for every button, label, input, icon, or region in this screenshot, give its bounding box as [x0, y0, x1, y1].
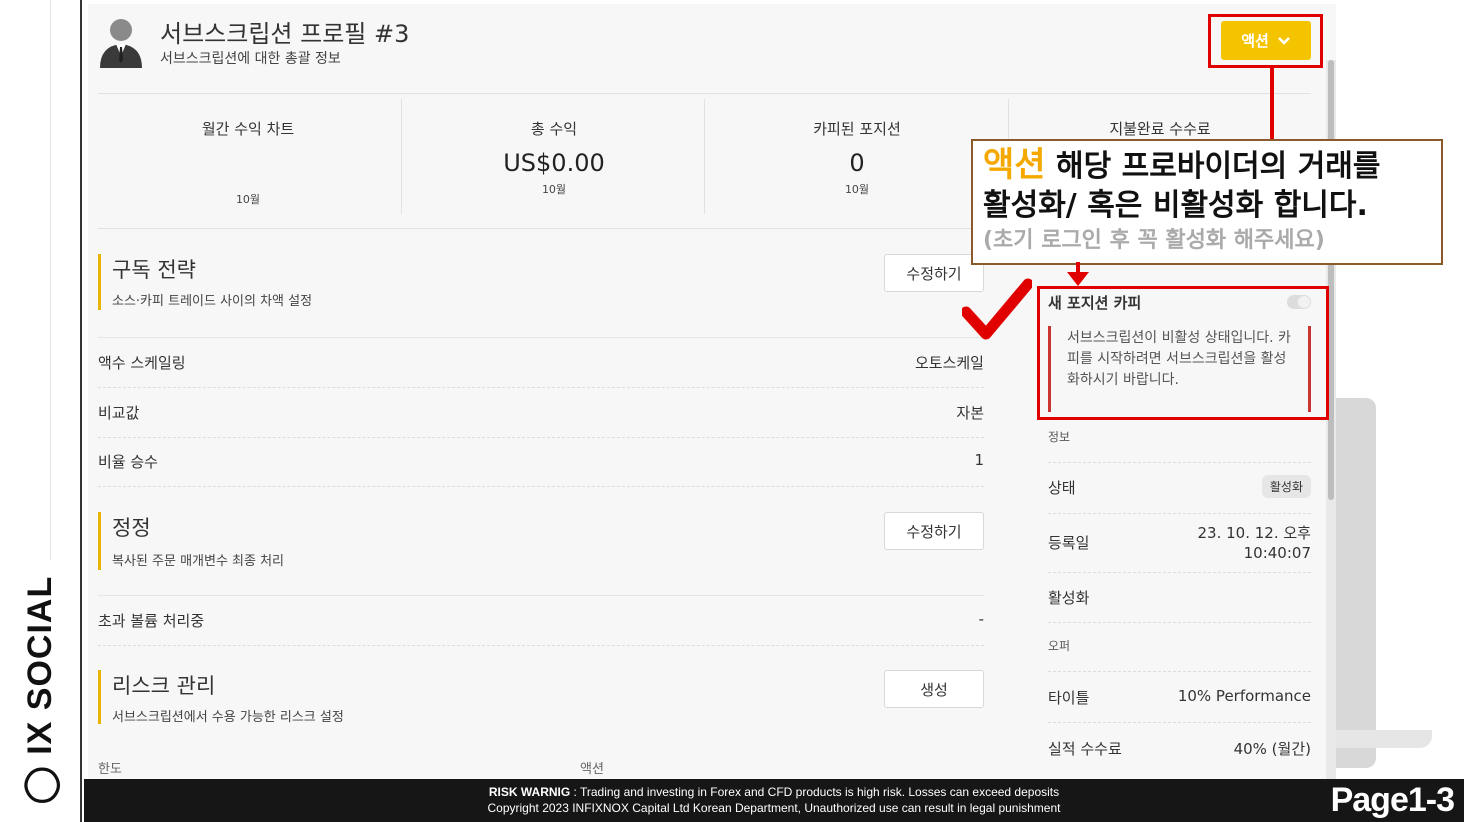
stat-total-profit: 총 수익 US$0.00 10월 — [404, 97, 704, 215]
info-row-performance-fee: 실적 수수료 40% (월간) — [1048, 722, 1311, 774]
stat-label: 총 수익 — [530, 120, 578, 138]
create-risk-button[interactable]: 생성 — [884, 670, 984, 708]
status-badge: 활성화 — [1261, 475, 1311, 498]
section-correction: 정정 복사된 주문 매개변수 최종 처리 수정하기 — [98, 512, 984, 572]
row-value: 오토스케일 — [914, 354, 984, 372]
action-highlight-box — [1208, 14, 1323, 68]
registered-time: 10:40:07 — [1243, 544, 1311, 562]
callout-line-3: (초기 로그인 후 꼭 활성화 해주세요) — [983, 228, 1325, 253]
stat-label: 카피된 포지션 — [813, 120, 901, 138]
row-value: 1 — [974, 451, 984, 469]
stat-divider — [704, 99, 705, 214]
section-title: 구독 전략 — [112, 258, 196, 282]
stat-label: 월간 수익 차트 — [201, 120, 295, 138]
section-accent-bar — [98, 670, 101, 724]
row-value: - — [978, 610, 984, 628]
callout-line-1: 액션 해당 프로바이더의 거래를 — [983, 145, 1431, 187]
section-description: 소스·카피 트레이드 사이의 차액 설정 — [112, 294, 313, 309]
info-key: 상태 — [1048, 479, 1076, 497]
stat-sub: 10월 — [235, 193, 261, 206]
page-title: 서브스크립션 프로필 #3 — [160, 20, 410, 48]
stat-value: US$0.00 — [503, 149, 605, 177]
edit-correction-button[interactable]: 수정하기 — [884, 512, 984, 550]
stat-label: 지불완료 수수료 — [1109, 120, 1211, 138]
page-subtitle: 서브스크립션에 대한 총괄 정보 — [160, 51, 341, 67]
logo-ring-icon: ◯ — [21, 754, 59, 805]
row-excess-volume: 초과 볼륨 처리중 - — [98, 596, 984, 646]
info-key: 활성화 — [1048, 589, 1090, 607]
callout-line-2: 활성화/ 혹은 비활성화 합니다. — [983, 188, 1368, 223]
risk-warning-footer: RISK WARNIG : Trading and investing in F… — [84, 779, 1464, 822]
laptop-illustration — [1336, 398, 1376, 768]
stat-sub: 10월 — [541, 183, 567, 196]
logo-ix: IX — [21, 720, 59, 755]
info-row-registered: 등록일 23. 10. 12. 오후 10:40:07 — [1048, 513, 1311, 573]
info-row-activation: 활성화 — [1048, 572, 1311, 624]
laptop-base-illustration — [1336, 730, 1432, 748]
stat-copied-positions: 카피된 포지션 0 10월 — [707, 97, 1007, 215]
info-value: 10% Performance — [1177, 687, 1311, 705]
row-ratio-multiplier: 비율 승수 1 — [98, 437, 984, 487]
page-number-label: Page1-3 — [1330, 781, 1455, 819]
risk-warning-text: : Trading and investing in Forex and CFD… — [570, 785, 1060, 799]
stat-sub: 10월 — [844, 183, 870, 196]
callout-keyword: 액션 — [983, 145, 1046, 185]
info-value: 40% (월간) — [1233, 740, 1311, 758]
copy-highlight-box — [1037, 286, 1329, 420]
brand-strip: ◯ IX SOCIAL — [0, 0, 82, 822]
user-avatar-icon — [100, 19, 142, 68]
section-description: 복사된 주문 매개변수 최종 처리 — [112, 554, 285, 569]
limits-column-label: 한도 — [98, 762, 122, 777]
header-divider — [98, 93, 1311, 94]
stat-monthly-chart: 월간 수익 차트 10월 — [98, 97, 398, 215]
row-amount-scaling: 액수 스케일링 오토스케일 — [98, 338, 984, 388]
row-label: 초과 볼륨 처리중 — [98, 612, 205, 630]
limits-action-column-label: 액션 — [580, 762, 604, 777]
info-key: 실적 수수료 — [1048, 740, 1122, 758]
ix-social-logo: ◯ IX SOCIAL — [20, 576, 60, 805]
red-checkmark-icon — [962, 278, 1032, 340]
registered-date: 23. 10. 12. 오후 — [1197, 524, 1311, 542]
info-section-label: 정보 — [1048, 430, 1071, 444]
row-compare-value: 비교값 자본 — [98, 388, 984, 438]
section-risk-management: 리스크 관리 서브스크립션에서 수용 가능한 리스크 설정 생성 — [98, 670, 984, 730]
annotation-connector-line — [1270, 66, 1274, 139]
info-row-title: 타이틀 10% Performance — [1048, 671, 1311, 723]
section-accent-bar — [98, 254, 101, 310]
row-value: 자본 — [956, 404, 984, 422]
row-label: 액수 스케일링 — [98, 354, 186, 372]
section-accent-bar — [98, 512, 101, 570]
risk-warning-line: RISK WARNIG : Trading and investing in F… — [84, 785, 1464, 799]
stat-value: 0 — [849, 149, 865, 177]
stat-divider — [401, 99, 402, 214]
info-row-status: 상태 활성화 — [1048, 462, 1311, 514]
offer-label: 오퍼 — [1048, 639, 1071, 653]
brand-divider — [50, 0, 51, 560]
section-subscription-strategy: 구독 전략 소스·카피 트레이드 사이의 차액 설정 수정하기 — [98, 254, 984, 314]
annotation-callout: 액션 해당 프로바이더의 거래를 활성화/ 혹은 비활성화 합니다. (초기 로… — [971, 139, 1443, 265]
info-row-offer: 오퍼 — [1048, 622, 1311, 672]
info-key: 등록일 — [1048, 534, 1090, 552]
risk-warning-title: RISK WARNIG — [488, 785, 571, 799]
scrollbar-thumb[interactable] — [1328, 60, 1334, 500]
section-title: 정정 — [112, 516, 151, 540]
row-label: 비율 승수 — [98, 453, 158, 471]
stat-value — [98, 149, 398, 177]
annotation-arrow-head-icon — [1067, 272, 1089, 286]
screenshot-stage: ◯ IX SOCIAL 서브스크립션 프로필 #3 서브스크립션에 대한 총괄 … — [0, 0, 1464, 822]
section-description: 서브스크립션에서 수용 가능한 리스크 설정 — [112, 710, 344, 725]
info-key: 타이틀 — [1048, 689, 1090, 707]
section-title: 리스크 관리 — [112, 674, 216, 698]
logo-social: SOCIAL — [21, 575, 59, 711]
callout-line-1-text: 해당 프로바이더의 거래를 — [1045, 149, 1381, 184]
row-label: 비교값 — [98, 404, 140, 422]
copyright-line: Copyright 2023 INFIXNOX Capital Ltd Kore… — [487, 801, 1061, 815]
